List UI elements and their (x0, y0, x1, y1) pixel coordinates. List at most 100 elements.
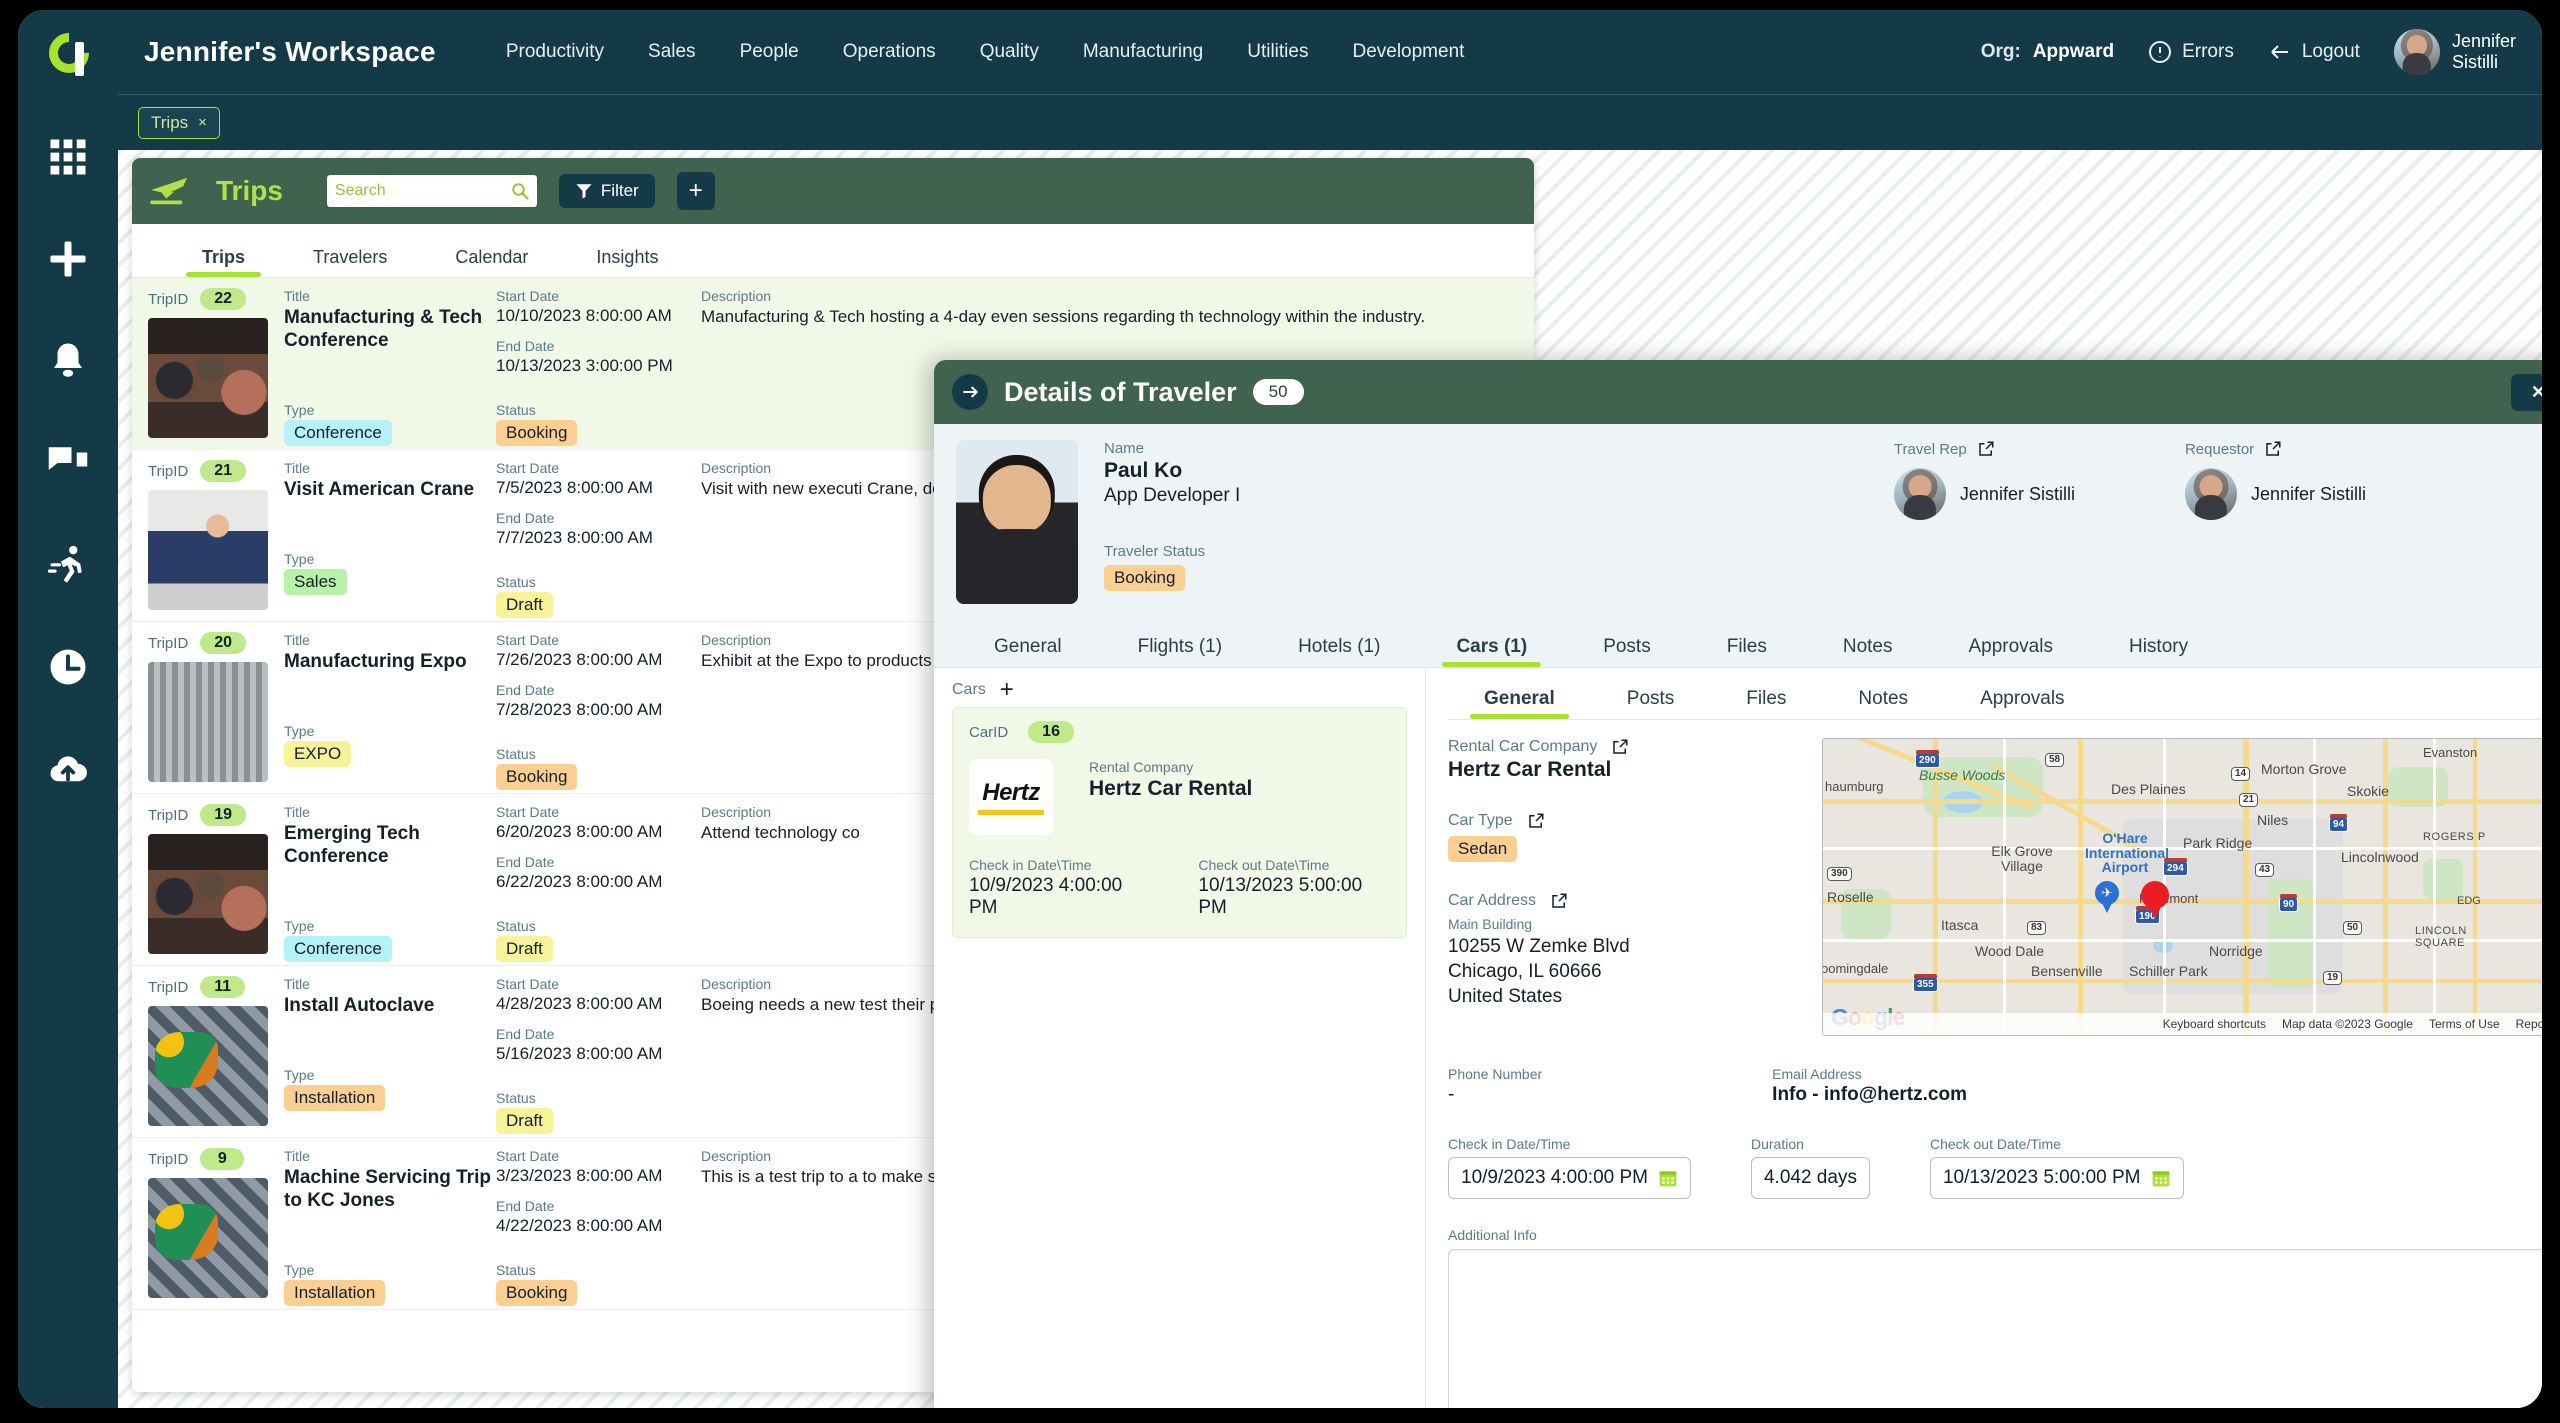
logout-button[interactable]: Logout (2268, 40, 2360, 64)
plus-icon[interactable] (41, 232, 95, 286)
back-arrow-icon[interactable] (952, 374, 988, 410)
tab-notes[interactable]: Notes (1805, 636, 1931, 667)
nav-development[interactable]: Development (1352, 41, 1464, 63)
type-label: Type (284, 1067, 315, 1084)
tripid-label: TripID (148, 978, 189, 996)
errors-button[interactable]: Errors (2148, 40, 2234, 64)
address-line-3: United States (1448, 986, 1563, 1008)
tab-general[interactable]: General (956, 636, 1100, 667)
calendar-icon[interactable] (2151, 1167, 2171, 1189)
email-address-label: Email Address (1772, 1066, 1862, 1082)
checkout-datetime-input[interactable]: 10/13/2023 5:00:00 PM (1929, 1157, 2184, 1199)
additional-info-group: Additional Info (1448, 1227, 2542, 1408)
tab-posts[interactable]: Posts (1565, 636, 1689, 667)
checkout-value: 10/13/2023 5:00:00 PM (1198, 875, 1363, 919)
search-icon[interactable] (511, 182, 529, 200)
map-label: haumburg (1825, 779, 1884, 794)
additional-info-textarea[interactable] (1448, 1249, 2542, 1408)
open-external-icon[interactable] (1611, 738, 1629, 756)
traveler-photo (956, 440, 1078, 604)
route-shield: 94 (2329, 814, 2349, 832)
route-shield: 83 (2027, 921, 2047, 935)
errors-label: Errors (2182, 41, 2234, 62)
map-label: Niles (2257, 812, 2289, 828)
subtab-notes[interactable]: Notes (1822, 688, 1944, 719)
carid-value: 16 (1028, 721, 1074, 744)
calendar-icon[interactable] (1658, 1167, 1678, 1189)
search-input[interactable] (334, 182, 529, 200)
tab-files[interactable]: Files (1689, 636, 1805, 667)
arrow-left-icon (2271, 45, 2288, 59)
bell-icon[interactable] (41, 334, 95, 388)
close-icon[interactable]: × (198, 114, 207, 131)
open-external-icon[interactable] (1550, 892, 1568, 910)
user-menu[interactable]: Jennifer Sistilli (2393, 29, 2516, 75)
search-box[interactable] (326, 175, 537, 207)
tab-cars[interactable]: Cars (1) (1418, 636, 1565, 667)
nav-people[interactable]: People (740, 41, 799, 63)
status-label: Status (496, 574, 536, 590)
delete-button[interactable]: ✕ Delete (2510, 373, 2542, 411)
details-body: Cars + CarID 16 Hertz Rental Company Her… (934, 668, 2542, 1408)
avatar (2184, 468, 2237, 520)
trip-thumbnail (148, 318, 268, 438)
appward-logo-icon[interactable] (38, 24, 100, 86)
open-external-icon[interactable] (2264, 440, 2282, 458)
traveler-summary: Name Paul Ko App Developer I Traveler St… (934, 424, 2542, 614)
related-people: Travel Rep Jennifer Sistilli Requestor J… (1893, 440, 2542, 604)
subtab-files[interactable]: Files (1710, 688, 1822, 719)
list-item[interactable]: CarID 16 Hertz Rental Company Hertz Car … (952, 707, 1407, 939)
top-bar-right: Org: Appward Errors Logout Jennifer Sist… (1981, 29, 2542, 75)
checkin-datetime-input[interactable]: 10/9/2023 4:00:00 PM (1448, 1157, 1691, 1199)
tab-calendar[interactable]: Calendar (421, 247, 562, 277)
nav-quality[interactable]: Quality (980, 41, 1039, 63)
map-label: Busse Woods (1919, 767, 2006, 783)
open-external-icon[interactable] (1977, 440, 1995, 458)
location-map[interactable]: haumburg Busse Woods Des Plaines Morton … (1822, 738, 2542, 1036)
status-badge: Booking (496, 1280, 578, 1306)
tripid-value: 22 (200, 288, 247, 310)
tab-trips[interactable]: Trips (168, 247, 279, 277)
report-map-error-link[interactable]: Report a map error (2516, 1017, 2542, 1031)
runner-icon[interactable] (41, 538, 95, 592)
duration-input[interactable]: 4.042 days (1750, 1157, 1870, 1199)
left-rail (18, 10, 118, 1408)
add-car-button[interactable]: + (1000, 677, 1014, 701)
top-bar: Jennifer's Workspace Productivity Sales … (118, 10, 2542, 94)
open-external-icon[interactable] (1527, 812, 1545, 830)
cloud-upload-icon[interactable] (41, 742, 95, 796)
trip-dates-cell: Start Date 10/10/2023 8:00:00 AM End Dat… (496, 288, 701, 446)
tab-history[interactable]: History (2091, 636, 2226, 667)
subtab-posts[interactable]: Posts (1591, 688, 1711, 719)
keyboard-shortcuts-link[interactable]: Keyboard shortcuts (2163, 1017, 2266, 1031)
apps-grid-icon[interactable] (41, 130, 95, 184)
nav-sales[interactable]: Sales (648, 41, 696, 63)
map-canvas: haumburg Busse Woods Des Plaines Morton … (1823, 739, 2542, 1035)
tab-approvals[interactable]: Approvals (1930, 636, 2091, 667)
type-badge: EXPO (284, 741, 352, 768)
checkin-field-group: Check in Date/Time 10/9/2023 4:00:00 PM (1448, 1136, 1691, 1199)
car-detail-column: General Posts Files Notes Approvals Rent… (1426, 668, 2542, 1408)
map-label: EDG (2457, 895, 2481, 907)
tab-flights[interactable]: Flights (1) (1100, 636, 1260, 667)
clock-icon[interactable] (41, 640, 95, 694)
checkout-label: Check out Date\Time (1198, 857, 1330, 874)
subtab-approvals[interactable]: Approvals (1944, 688, 2101, 719)
tab-insights[interactable]: Insights (562, 247, 692, 277)
filter-button[interactable]: Filter (558, 174, 655, 208)
trip-title: Machine Servicing Trip to KC Jones (284, 1167, 491, 1212)
workspace-tab-trips[interactable]: Trips × (138, 106, 220, 139)
chat-icon[interactable] (41, 436, 95, 490)
terms-of-use-link[interactable]: Terms of Use (2429, 1017, 2500, 1031)
nav-manufacturing[interactable]: Manufacturing (1083, 41, 1203, 63)
nav-operations[interactable]: Operations (843, 41, 936, 63)
tab-travelers[interactable]: Travelers (279, 247, 421, 277)
nav-productivity[interactable]: Productivity (506, 41, 604, 63)
add-trip-button[interactable]: + (676, 172, 715, 210)
map-label: LINCOLN SQUARE (2415, 925, 2467, 949)
nav-utilities[interactable]: Utilities (1247, 41, 1308, 63)
map-label: Des Plaines (2111, 781, 2186, 797)
tab-hotels[interactable]: Hotels (1) (1260, 636, 1418, 667)
end-date-label: End Date (496, 338, 555, 354)
subtab-general[interactable]: General (1448, 688, 1591, 719)
